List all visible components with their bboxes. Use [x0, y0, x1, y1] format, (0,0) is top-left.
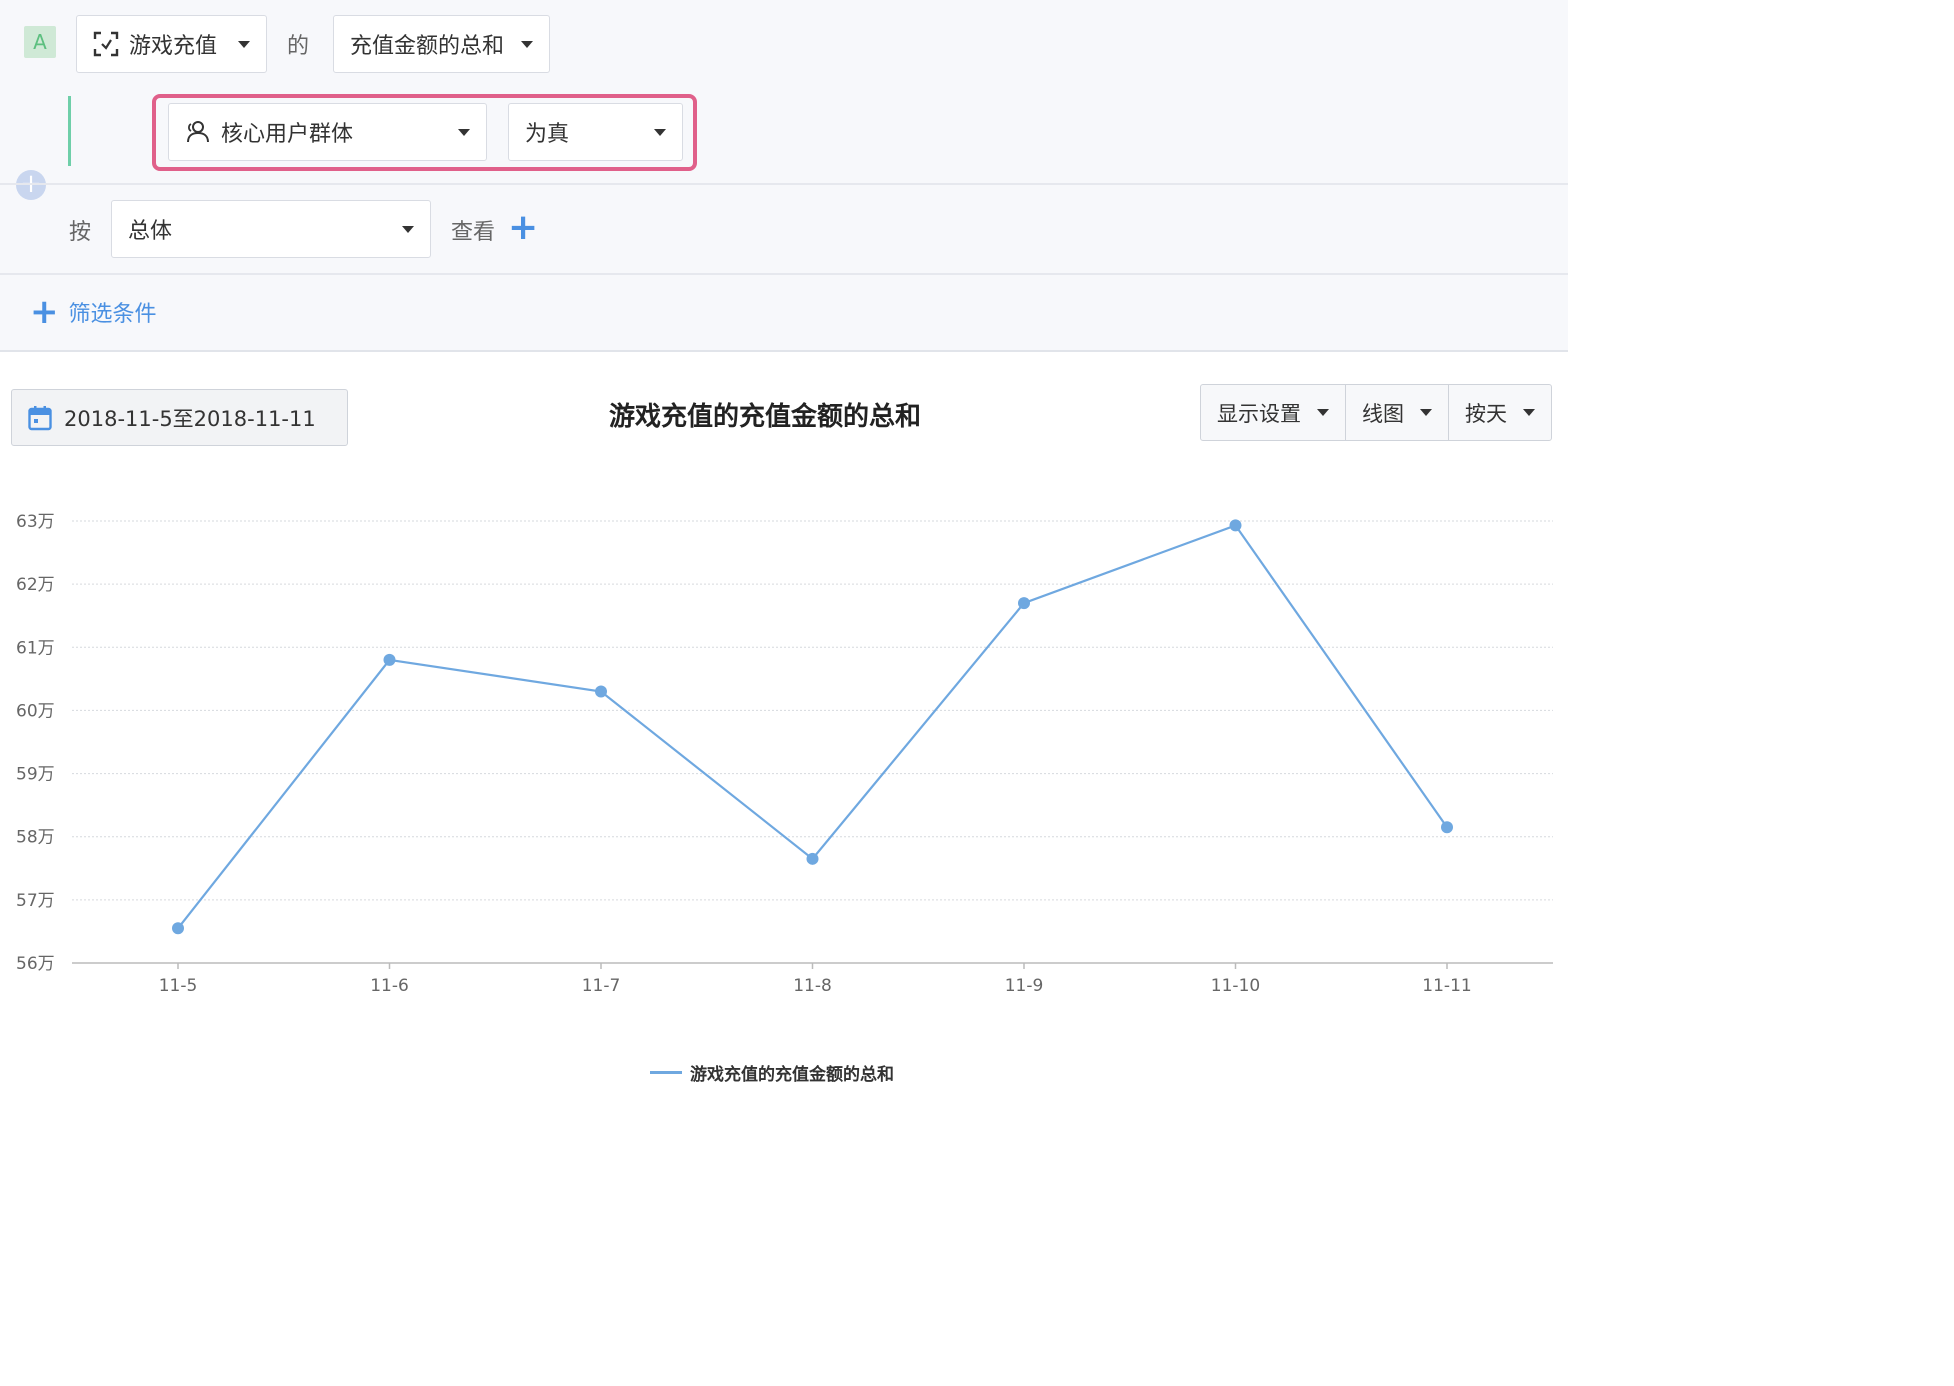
y-tick-label: 61万: [16, 638, 55, 658]
user-group-icon: [185, 120, 211, 144]
data-point: [595, 685, 607, 698]
group-by-label: 按: [69, 220, 92, 245]
x-tick-label: 11-10: [1211, 976, 1260, 996]
display-settings-dropdown[interactable]: 显示设置: [1201, 385, 1345, 440]
data-point: [1441, 821, 1453, 834]
x-tick-label: 11-9: [1005, 976, 1044, 996]
chart-title: 游戏充值的充值金额的总和: [608, 402, 921, 432]
chevron-down-icon: [238, 40, 250, 48]
x-tick-label: 11-6: [370, 976, 409, 996]
of-label: 的: [287, 34, 310, 59]
add-filter-button[interactable]: + 筛选条件: [30, 292, 157, 332]
divider: [0, 183, 1568, 185]
metric-select-label: 充值金额的总和: [350, 34, 505, 59]
y-tick-label: 57万: [16, 891, 55, 911]
y-tick-label: 56万: [16, 954, 55, 974]
y-tick-label: 62万: [16, 575, 55, 595]
condition-connector: [68, 96, 71, 166]
y-tick-label: 58万: [16, 828, 55, 848]
query-panel: A 游戏充值 的 充值金额的总和 核心用户群体 为真 + 按 总体 查看 + +…: [0, 0, 1568, 352]
line-chart: 56万 57万 58万 59万 60万 61万 62万 63万 11-5 11-6 11-7 11-8…: [16, 512, 1553, 996]
granularity-dropdown[interactable]: 按天: [1448, 385, 1551, 440]
date-range-label: 2018-11-5至2018-11-11: [64, 406, 316, 431]
x-tick-label: 11-11: [1422, 976, 1471, 996]
chevron-down-icon: [458, 128, 470, 136]
add-group-button[interactable]: +: [508, 210, 538, 246]
chart-controls: 显示设置 线图 按天: [1200, 384, 1552, 441]
event-icon: [93, 31, 119, 57]
add-filter-label: 筛选条件: [68, 302, 157, 327]
chevron-down-icon: [1523, 409, 1535, 416]
chevron-down-icon: [1420, 409, 1432, 416]
group-by-select[interactable]: 总体: [111, 200, 431, 258]
group-by-select-label: 总体: [128, 219, 173, 244]
row-letter-badge: A: [24, 26, 56, 58]
event-select-label: 游戏充值: [129, 34, 218, 59]
add-row-button[interactable]: +: [16, 170, 46, 200]
x-tick-label: 11-5: [159, 976, 198, 996]
display-settings-label: 显示设置: [1217, 401, 1301, 426]
date-range-picker[interactable]: 2018-11-5至2018-11-11: [11, 389, 348, 446]
divider: [0, 273, 1568, 275]
data-point: [1018, 597, 1030, 610]
calendar-icon: [28, 405, 52, 431]
legend-swatch: [650, 1071, 682, 1074]
chevron-down-icon: [402, 225, 414, 233]
chevron-down-icon: [521, 40, 533, 48]
data-point: [172, 922, 184, 935]
series-line: [177, 524, 1448, 929]
chevron-down-icon: [1317, 409, 1329, 416]
x-tick-label: 11-8: [793, 976, 832, 996]
y-tick-label: 63万: [16, 512, 55, 532]
view-label: 查看: [451, 220, 496, 245]
plus-icon: +: [30, 292, 59, 332]
chart-type-dropdown[interactable]: 线图: [1345, 385, 1448, 440]
data-point: [383, 653, 396, 666]
chart-type-label: 线图: [1362, 401, 1404, 426]
data-point: [1229, 519, 1242, 532]
metric-select[interactable]: 充值金额的总和: [333, 15, 550, 73]
condition-operator-select[interactable]: 为真: [508, 103, 683, 161]
granularity-label: 按天: [1465, 401, 1507, 426]
event-select[interactable]: 游戏充值: [76, 15, 267, 73]
data-point: [806, 852, 819, 865]
chevron-down-icon: [654, 128, 666, 136]
legend-label: 游戏充值的充值金额的总和: [690, 1065, 894, 1085]
condition-field-label: 核心用户群体: [221, 122, 354, 147]
condition-operator-label: 为真: [525, 122, 570, 147]
chart-legend[interactable]: 游戏充值的充值金额的总和: [650, 1060, 894, 1085]
x-tick-label: 11-7: [582, 976, 621, 996]
condition-field-select[interactable]: 核心用户群体: [168, 103, 487, 161]
y-tick-label: 59万: [16, 765, 55, 785]
y-tick-label: 60万: [16, 701, 55, 721]
